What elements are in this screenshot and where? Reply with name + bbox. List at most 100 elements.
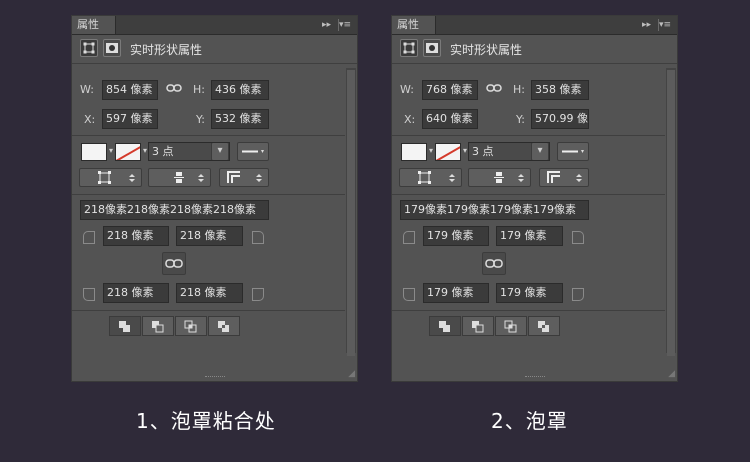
chain-link-icon[interactable] bbox=[482, 252, 506, 275]
mask-icon[interactable] bbox=[423, 39, 441, 57]
shape-properties-icon[interactable] bbox=[400, 39, 418, 57]
panel-menu-icon[interactable]: ▾≡ bbox=[659, 19, 671, 31]
bottom-left-radius-field[interactable]: 218 像素 bbox=[103, 283, 169, 303]
stroke-width-select[interactable]: 3 点 ▾ bbox=[148, 142, 230, 161]
top-left-radius-field[interactable]: 179 像素 bbox=[423, 226, 489, 246]
panel-header-title: 实时形状属性 bbox=[130, 43, 203, 57]
all-corners-radius-field[interactable]: 218像素218像素218像素218像素 bbox=[80, 200, 269, 220]
top-left-corner-icon bbox=[83, 231, 95, 244]
combine-shapes-icon[interactable] bbox=[109, 316, 141, 336]
stroke-align-select[interactable] bbox=[79, 168, 142, 187]
top-right-corner-icon bbox=[572, 231, 584, 244]
stroke-width-value: 3 点 bbox=[472, 145, 494, 158]
panel-menu-icon[interactable]: ▾≡ bbox=[339, 19, 351, 31]
bottom-right-radius-field[interactable]: 179 像素 bbox=[496, 283, 563, 303]
tab-properties[interactable]: 属性 bbox=[72, 16, 116, 34]
subtract-front-shape-icon[interactable] bbox=[142, 316, 174, 336]
stroke-cap-select[interactable] bbox=[468, 168, 531, 187]
fill-dropdown-icon[interactable]: ▾ bbox=[429, 146, 433, 155]
double-chevron-right-icon[interactable]: ▸▸ bbox=[642, 19, 651, 31]
exclude-overlap-icon[interactable] bbox=[208, 316, 240, 336]
mask-icon[interactable] bbox=[103, 39, 121, 57]
caption-right: 2、泡罩 bbox=[491, 409, 568, 433]
all-corners-radius-field[interactable]: 179像素179像素179像素179像素 bbox=[400, 200, 589, 220]
double-chevron-right-icon[interactable]: ▸▸ bbox=[322, 19, 331, 31]
w-label: W: bbox=[80, 83, 94, 96]
path-operations-group bbox=[109, 316, 240, 336]
panel-header: 实时形状属性 bbox=[392, 35, 677, 64]
combine-shapes-icon[interactable] bbox=[429, 316, 461, 336]
path-operations-group bbox=[429, 316, 560, 336]
divider bbox=[72, 135, 345, 136]
top-right-radius-field[interactable]: 218 像素 bbox=[176, 226, 243, 246]
y-position-field[interactable]: 532 像素 bbox=[211, 109, 269, 129]
chevron-down-icon[interactable]: ▾ bbox=[531, 143, 549, 160]
stroke-width-value: 3 点 bbox=[152, 145, 174, 158]
width-field[interactable]: 768 像素 bbox=[422, 80, 478, 100]
bottom-left-corner-icon bbox=[403, 288, 415, 301]
panel-header: 实时形状属性 bbox=[72, 35, 357, 64]
panel-header-title: 实时形状属性 bbox=[450, 43, 523, 57]
bottom-left-corner-icon bbox=[83, 288, 95, 301]
intersect-shapes-icon[interactable] bbox=[495, 316, 527, 336]
x-label: X: bbox=[84, 113, 96, 126]
x-label: X: bbox=[404, 113, 416, 126]
subtract-front-shape-icon[interactable] bbox=[462, 316, 494, 336]
bottom-right-radius-field[interactable]: 218 像素 bbox=[176, 283, 243, 303]
chain-link-icon[interactable] bbox=[486, 81, 502, 98]
panel-titlebar: 属性 ▸▸ ▾≡ bbox=[72, 16, 357, 35]
divider bbox=[392, 135, 665, 136]
stroke-corner-select[interactable] bbox=[219, 168, 269, 187]
x-position-field[interactable]: 640 像素 bbox=[422, 109, 478, 129]
stroke-type-select[interactable] bbox=[557, 142, 589, 161]
resize-corner-icon[interactable]: ◢ bbox=[668, 369, 675, 379]
tab-properties[interactable]: 属性 bbox=[392, 16, 436, 34]
h-label: H: bbox=[513, 83, 525, 96]
scrollbar-thumb[interactable] bbox=[667, 70, 675, 356]
x-position-field[interactable]: 597 像素 bbox=[102, 109, 158, 129]
fill-swatch[interactable] bbox=[401, 143, 427, 161]
y-position-field[interactable]: 570.99 像 bbox=[531, 109, 589, 129]
divider bbox=[392, 310, 665, 311]
exclude-overlap-icon[interactable] bbox=[528, 316, 560, 336]
stroke-width-select[interactable]: 3 点 ▾ bbox=[468, 142, 550, 161]
y-label: Y: bbox=[516, 113, 525, 126]
properties-panel-left: 属性 ▸▸ ▾≡ 实时形状属性 W: 854 像素 H: 436 像素 X: 5… bbox=[71, 15, 358, 382]
top-left-radius-field[interactable]: 218 像素 bbox=[103, 226, 169, 246]
panel-titlebar: 属性 ▸▸ ▾≡ bbox=[392, 16, 677, 35]
chain-link-icon[interactable] bbox=[162, 252, 186, 275]
chain-link-icon[interactable] bbox=[166, 81, 182, 98]
fill-dropdown-icon[interactable]: ▾ bbox=[109, 146, 113, 155]
caption-left: 1、泡罩粘合处 bbox=[136, 409, 276, 433]
stroke-cap-select[interactable] bbox=[148, 168, 211, 187]
stroke-corner-select[interactable] bbox=[539, 168, 589, 187]
intersect-shapes-icon[interactable] bbox=[175, 316, 207, 336]
properties-panel-right: 属性 ▸▸ ▾≡ 实时形状属性 W: 768 像素 H: 358 像素 X: 6… bbox=[391, 15, 678, 382]
top-left-corner-icon bbox=[403, 231, 415, 244]
width-field[interactable]: 854 像素 bbox=[102, 80, 158, 100]
fill-swatch[interactable] bbox=[81, 143, 107, 161]
top-right-radius-field[interactable]: 179 像素 bbox=[496, 226, 563, 246]
stroke-swatch[interactable] bbox=[115, 143, 141, 161]
bottom-left-radius-field[interactable]: 179 像素 bbox=[423, 283, 489, 303]
stroke-type-select[interactable] bbox=[237, 142, 269, 161]
h-label: H: bbox=[193, 83, 205, 96]
resize-grip[interactable] bbox=[204, 376, 225, 381]
chevron-down-icon[interactable]: ▾ bbox=[211, 143, 229, 160]
shape-properties-icon[interactable] bbox=[80, 39, 98, 57]
stroke-dropdown-icon[interactable]: ▾ bbox=[143, 146, 147, 155]
scrollbar-thumb[interactable] bbox=[347, 70, 355, 356]
stroke-align-select[interactable] bbox=[399, 168, 462, 187]
stroke-dropdown-icon[interactable]: ▾ bbox=[463, 146, 467, 155]
divider bbox=[72, 310, 345, 311]
divider bbox=[72, 194, 345, 195]
resize-corner-icon[interactable]: ◢ bbox=[348, 369, 355, 379]
w-label: W: bbox=[400, 83, 414, 96]
height-field[interactable]: 436 像素 bbox=[211, 80, 269, 100]
bottom-right-corner-icon bbox=[252, 288, 264, 301]
height-field[interactable]: 358 像素 bbox=[531, 80, 589, 100]
bottom-right-corner-icon bbox=[572, 288, 584, 301]
stroke-swatch[interactable] bbox=[435, 143, 461, 161]
y-label: Y: bbox=[196, 113, 205, 126]
resize-grip[interactable] bbox=[524, 376, 545, 381]
